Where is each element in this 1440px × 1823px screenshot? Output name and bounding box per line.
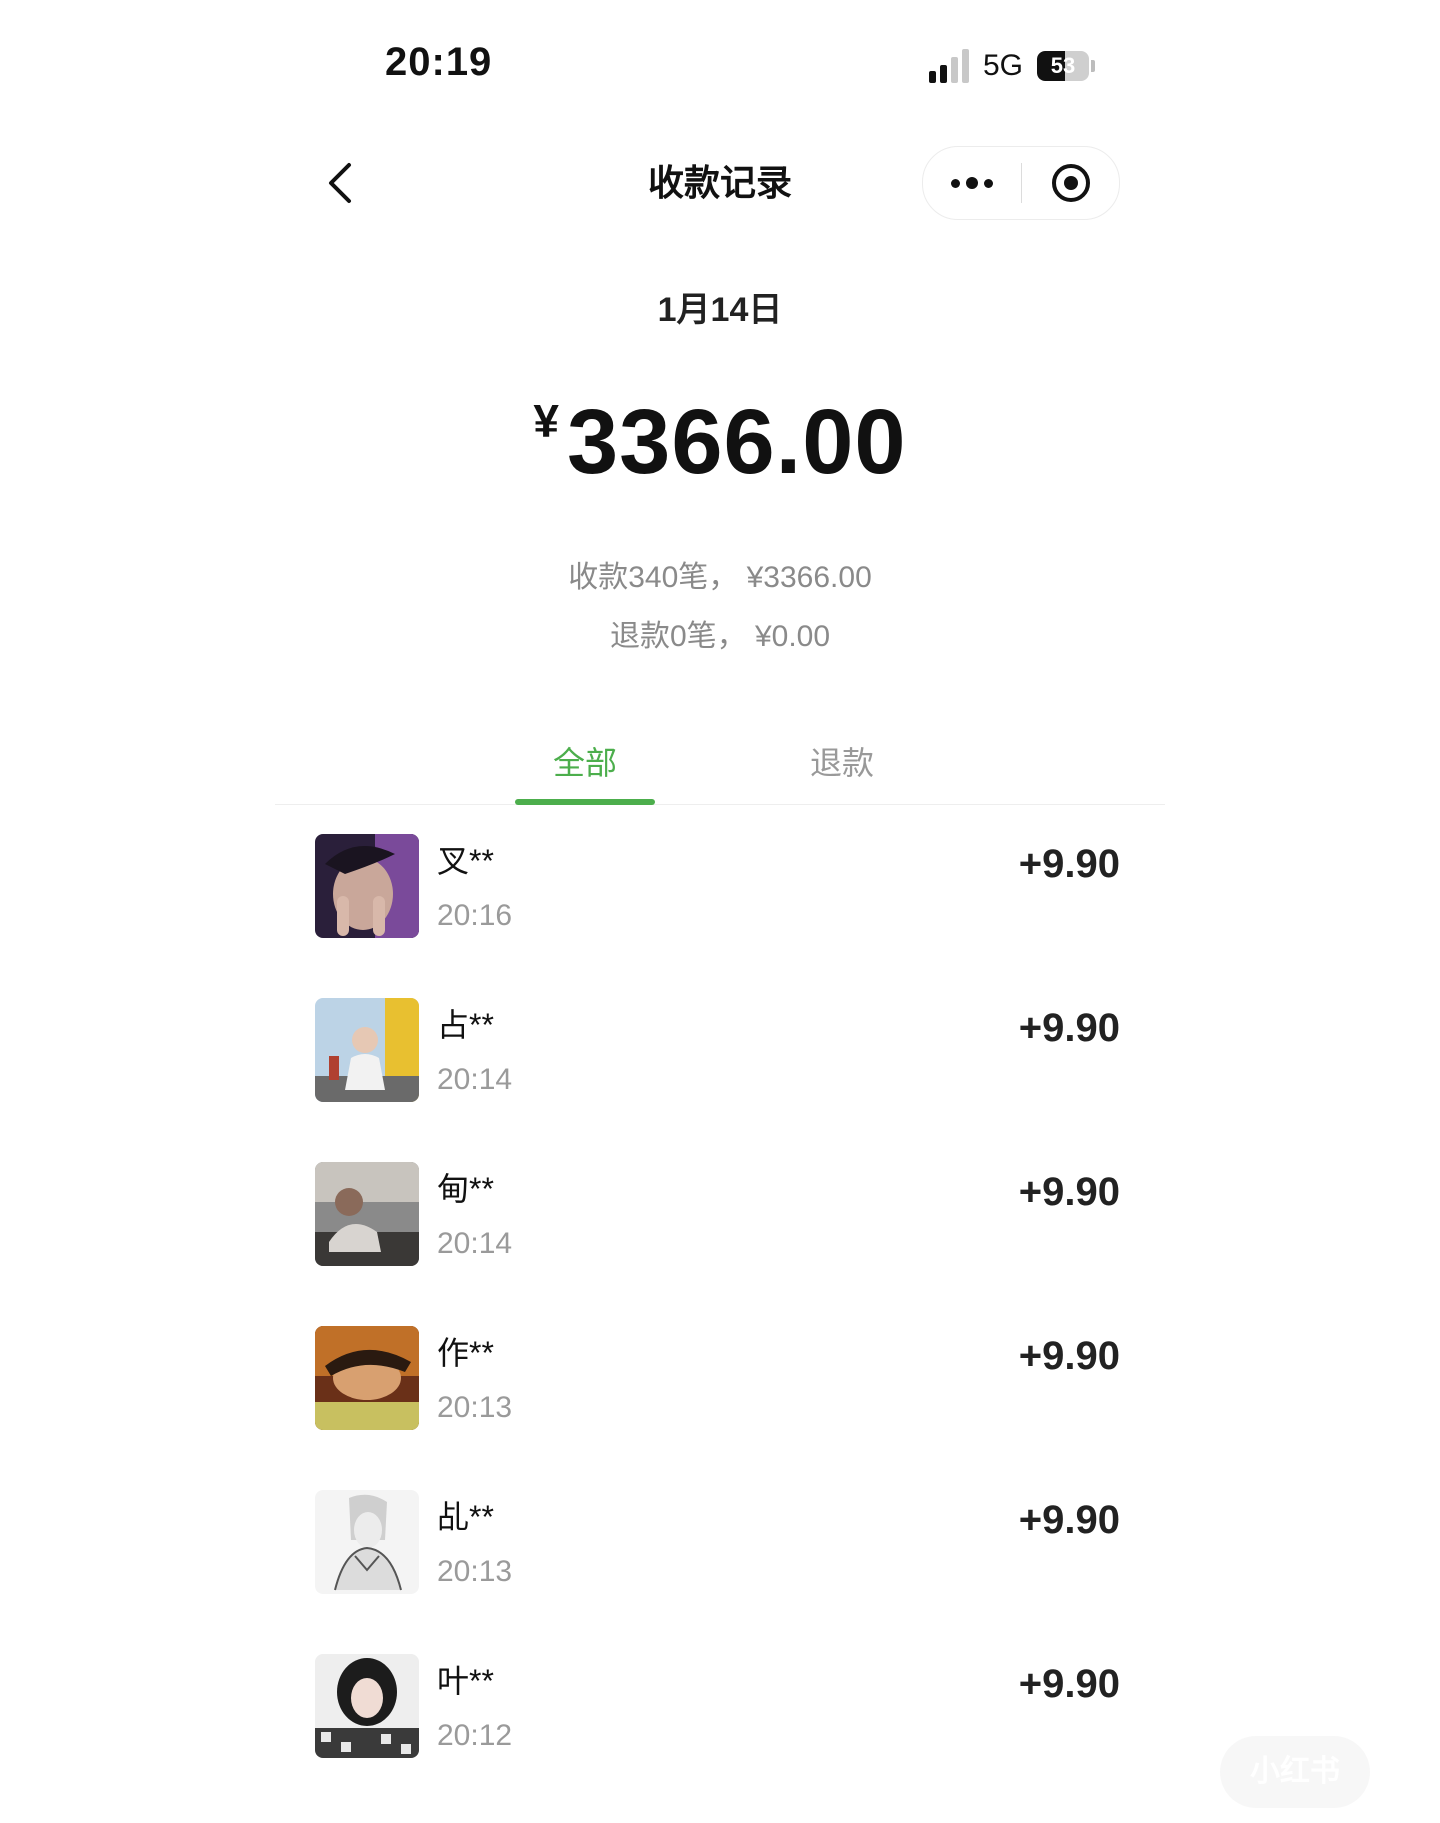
list-item[interactable]: 作** 20:13 +9.90: [275, 1312, 1165, 1476]
transaction-list: 叉** 20:16 +9.90 占** 20:14 +9.90 甸** 20:1…: [275, 820, 1165, 1804]
mini-program-capsule: [922, 146, 1120, 220]
battery-icon: 53: [1037, 51, 1095, 81]
target-circle-icon: [1051, 164, 1090, 202]
list-item[interactable]: 乩** 20:13 +9.90: [275, 1476, 1165, 1640]
phone-screen: 20:19 5G 53 收款记录 1月14日 ¥3366.00 收款340笔， …: [275, 0, 1165, 1823]
list-item[interactable]: 叉** 20:16 +9.90: [275, 820, 1165, 984]
status-indicators: 5G 53: [928, 46, 1095, 86]
payer-name: 叉**: [437, 843, 494, 879]
network-type: 5G: [982, 49, 1023, 82]
payment-amount: +9.90: [1018, 1498, 1120, 1542]
received-summary: 收款340笔， ¥3366.00: [568, 561, 872, 594]
page: 20:19 5G 53 收款记录 1月14日 ¥3366.00 收款340笔， …: [0, 0, 1440, 1823]
payment-time: 20:14: [437, 1063, 513, 1096]
avatar: [315, 998, 419, 1102]
payment-amount: +9.90: [1018, 1662, 1120, 1706]
more-dots-icon: [951, 178, 960, 188]
more-button[interactable]: [923, 147, 1021, 219]
watermark-logo: 小红书: [1220, 1736, 1370, 1808]
battery-level: 53: [1050, 53, 1076, 78]
total-amount-value: 3366.00: [567, 391, 907, 493]
list-item[interactable]: 甸** 20:14 +9.90: [275, 1148, 1165, 1312]
avatar: [315, 1654, 419, 1758]
payment-time: 20:13: [437, 1555, 513, 1588]
payment-amount: +9.90: [1018, 842, 1120, 886]
avatar: [315, 834, 419, 938]
payment-amount: +9.90: [1018, 1170, 1120, 1214]
payer-name: 乩**: [437, 1499, 494, 1535]
close-button[interactable]: [1022, 147, 1119, 219]
active-tab-indicator: [515, 799, 655, 805]
list-item[interactable]: 占** 20:14 +9.90: [275, 984, 1165, 1148]
payment-amount: +9.90: [1018, 1334, 1120, 1378]
payer-name: 甸**: [437, 1171, 494, 1207]
refund-summary: 退款0笔， ¥0.00: [609, 620, 831, 653]
avatar: [315, 1490, 419, 1594]
payment-time: 20:16: [437, 899, 513, 932]
payer-name: 占**: [437, 1007, 494, 1043]
tab-bar: 全部 退款: [275, 738, 1165, 805]
list-item[interactable]: 叶** 20:12 +9.90: [275, 1640, 1165, 1804]
avatar: [315, 1162, 419, 1266]
payment-amount: +9.90: [1018, 1006, 1120, 1050]
payment-time: 20:14: [437, 1227, 513, 1260]
tab-refund[interactable]: 退款: [772, 738, 912, 788]
signal-icon: [928, 49, 969, 83]
currency-symbol: ¥: [533, 395, 560, 447]
tab-all[interactable]: 全部: [515, 738, 655, 788]
payment-time: 20:13: [437, 1391, 513, 1424]
avatar: [315, 1326, 419, 1430]
payer-name: 作**: [437, 1335, 494, 1371]
total-amount: ¥3366.00: [275, 390, 1165, 495]
summary-date: 1月14日: [657, 291, 783, 329]
payment-time: 20:12: [437, 1719, 513, 1752]
status-time: 20:19: [385, 40, 493, 84]
payer-name: 叶**: [437, 1663, 494, 1699]
